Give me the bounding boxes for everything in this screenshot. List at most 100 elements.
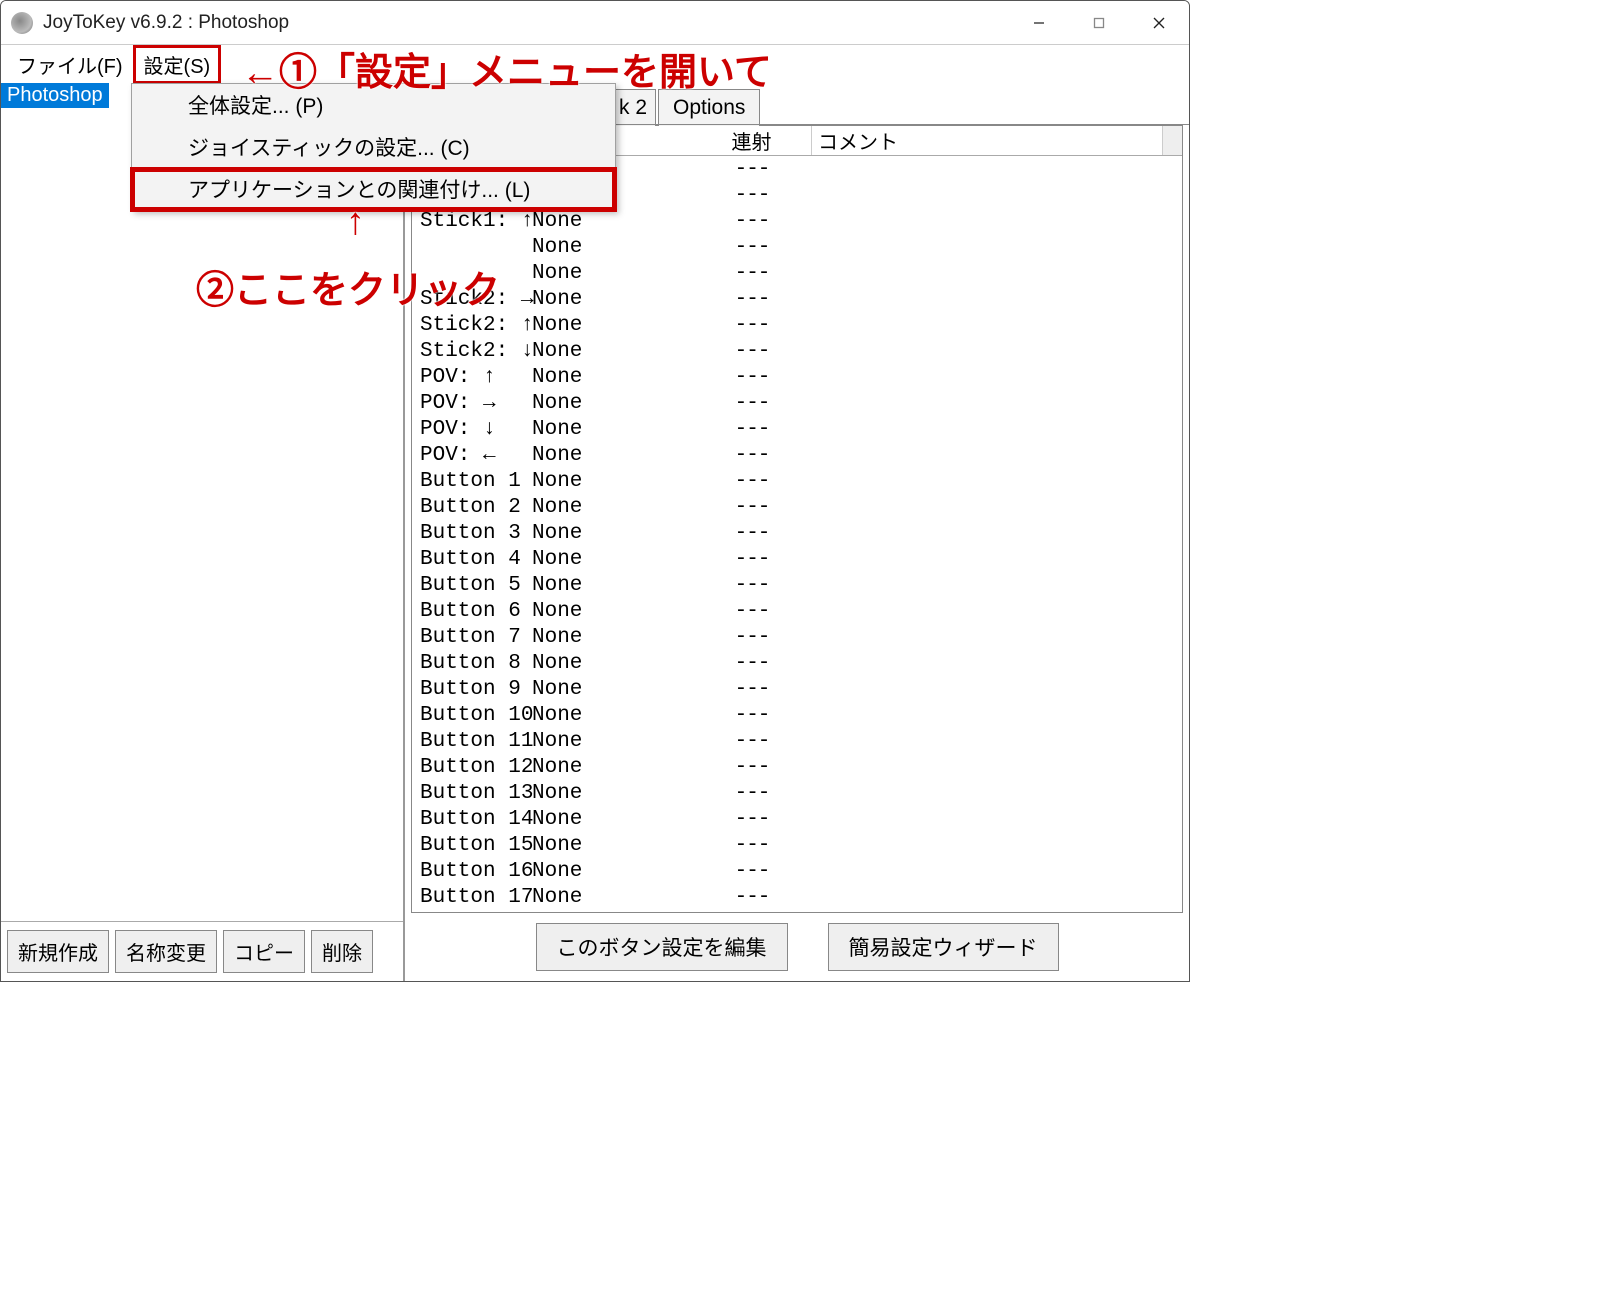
cell-button: POV: ↑ bbox=[412, 366, 532, 389]
new-profile-button[interactable]: 新規作成 bbox=[7, 930, 109, 973]
cell-rapidfire: --- bbox=[692, 834, 812, 857]
table-row[interactable]: Button 13None--- bbox=[412, 780, 1182, 806]
cell-function: None bbox=[532, 756, 692, 779]
profile-panel: Photoshop 新規作成 名称変更 コピー 削除 bbox=[1, 83, 405, 981]
table-row[interactable]: Button 12None--- bbox=[412, 754, 1182, 780]
table-row[interactable]: Stick2: ↑None--- bbox=[412, 312, 1182, 338]
table-row[interactable]: POV: ←None--- bbox=[412, 442, 1182, 468]
cell-function: None bbox=[532, 522, 692, 545]
table-row[interactable]: Button 14None--- bbox=[412, 806, 1182, 832]
table-row[interactable]: Button 1None--- bbox=[412, 468, 1182, 494]
dd-joystick-settings[interactable]: ジョイスティックの設定... (C) bbox=[132, 126, 615, 168]
col-rapidfire[interactable]: 連射 bbox=[692, 126, 812, 155]
cell-function: None bbox=[532, 834, 692, 857]
annotation-1: ←①「設定」メニューを開いて bbox=[241, 41, 772, 96]
cell-rapidfire: --- bbox=[692, 886, 812, 909]
cell-button: Button 3 bbox=[412, 522, 532, 545]
cell-rapidfire: --- bbox=[692, 600, 812, 623]
cell-button: Stick2: ↑ bbox=[412, 314, 532, 337]
cell-rapidfire: --- bbox=[692, 314, 812, 337]
cell-function: None bbox=[532, 626, 692, 649]
table-row[interactable]: None--- bbox=[412, 234, 1182, 260]
grid-body[interactable]: ---Stick1: →None---Stick1: ↑None---None-… bbox=[412, 156, 1182, 912]
cell-rapidfire: --- bbox=[692, 340, 812, 363]
delete-profile-button[interactable]: 削除 bbox=[311, 930, 373, 973]
profile-item-selected[interactable]: Photoshop bbox=[1, 83, 109, 108]
table-row[interactable]: Button 8None--- bbox=[412, 650, 1182, 676]
table-row[interactable]: Button 3None--- bbox=[412, 520, 1182, 546]
cell-button: Stick2: ↓ bbox=[412, 340, 532, 363]
cell-rapidfire: --- bbox=[692, 158, 812, 181]
profile-buttons: 新規作成 名称変更 コピー 削除 bbox=[1, 921, 403, 981]
table-row[interactable]: Button 11None--- bbox=[412, 728, 1182, 754]
cell-rapidfire: --- bbox=[692, 392, 812, 415]
cell-button: Button 13 bbox=[412, 782, 532, 805]
cell-function: None bbox=[532, 418, 692, 441]
cell-rapidfire: --- bbox=[692, 210, 812, 233]
table-row[interactable]: Button 2None--- bbox=[412, 494, 1182, 520]
table-row[interactable]: Stick2: →None--- bbox=[412, 286, 1182, 312]
dd-app-associate[interactable]: アプリケーションとの関連付け... (L) bbox=[132, 168, 615, 210]
table-row[interactable]: Button 4None--- bbox=[412, 546, 1182, 572]
cell-button: Button 11 bbox=[412, 730, 532, 753]
table-row[interactable]: Button 5None--- bbox=[412, 572, 1182, 598]
wizard-button[interactable]: 簡易設定ウィザード bbox=[828, 923, 1059, 971]
cell-function: None bbox=[532, 808, 692, 831]
cell-rapidfire: --- bbox=[692, 444, 812, 467]
cell-function: None bbox=[532, 210, 692, 233]
table-row[interactable]: None--- bbox=[412, 260, 1182, 286]
window-title: JoyToKey v6.9.2 : Photoshop bbox=[43, 12, 1009, 34]
table-row[interactable]: POV: ↓None--- bbox=[412, 416, 1182, 442]
cell-function: None bbox=[532, 444, 692, 467]
cell-button: Button 2 bbox=[412, 496, 532, 519]
table-row[interactable]: Button 10None--- bbox=[412, 702, 1182, 728]
minimize-button[interactable] bbox=[1009, 1, 1069, 45]
cell-rapidfire: --- bbox=[692, 860, 812, 883]
cell-function: None bbox=[532, 730, 692, 753]
table-row[interactable]: Button 7None--- bbox=[412, 624, 1182, 650]
cell-button: Button 9 bbox=[412, 678, 532, 701]
table-row[interactable]: Button 16None--- bbox=[412, 858, 1182, 884]
table-row[interactable]: Button 15None--- bbox=[412, 832, 1182, 858]
maximize-button[interactable] bbox=[1069, 1, 1129, 45]
menu-settings[interactable]: 設定(S) bbox=[133, 45, 222, 84]
cell-button: POV: → bbox=[412, 392, 532, 415]
cell-rapidfire: --- bbox=[692, 470, 812, 493]
cell-function: None bbox=[532, 574, 692, 597]
table-row[interactable]: Stick2: ↓None--- bbox=[412, 338, 1182, 364]
table-row[interactable]: Stick1: ↑None--- bbox=[412, 208, 1182, 234]
cell-rapidfire: --- bbox=[692, 704, 812, 727]
cell-button: Button 10 bbox=[412, 704, 532, 727]
cell-function: None bbox=[532, 262, 692, 285]
cell-function: None bbox=[532, 288, 692, 311]
annotation-arrow: ↑ bbox=[346, 201, 365, 244]
app-icon bbox=[11, 12, 33, 34]
app-window: JoyToKey v6.9.2 : Photoshop ファイル(F) 設定(S… bbox=[0, 0, 1190, 982]
cell-function: None bbox=[532, 340, 692, 363]
cell-rapidfire: --- bbox=[692, 678, 812, 701]
copy-profile-button[interactable]: コピー bbox=[223, 930, 305, 973]
cell-rapidfire: --- bbox=[692, 626, 812, 649]
col-comment[interactable]: コメント bbox=[812, 126, 1162, 155]
table-row[interactable]: Button 6None--- bbox=[412, 598, 1182, 624]
menu-file[interactable]: ファイル(F) bbox=[7, 46, 133, 83]
main-body: Photoshop 新規作成 名称変更 コピー 削除 k 2 Options 連… bbox=[1, 83, 1189, 981]
close-button[interactable] bbox=[1129, 1, 1189, 45]
cell-button: Button 16 bbox=[412, 860, 532, 883]
cell-rapidfire: --- bbox=[692, 652, 812, 675]
cell-rapidfire: --- bbox=[692, 262, 812, 285]
table-row[interactable]: POV: →None--- bbox=[412, 390, 1182, 416]
cell-rapidfire: --- bbox=[692, 756, 812, 779]
table-row[interactable]: Button 17None--- bbox=[412, 884, 1182, 910]
cell-button: Button 8 bbox=[412, 652, 532, 675]
table-row[interactable]: POV: ↑None--- bbox=[412, 364, 1182, 390]
cell-rapidfire: --- bbox=[692, 522, 812, 545]
rename-profile-button[interactable]: 名称変更 bbox=[115, 930, 217, 973]
table-row[interactable]: Button 9None--- bbox=[412, 676, 1182, 702]
cell-button: Button 5 bbox=[412, 574, 532, 597]
edit-mapping-button[interactable]: このボタン設定を編集 bbox=[536, 923, 788, 971]
cell-button: Button 1 bbox=[412, 470, 532, 493]
cell-function: None bbox=[532, 782, 692, 805]
cell-button: Button 17 bbox=[412, 886, 532, 909]
cell-button: Button 15 bbox=[412, 834, 532, 857]
